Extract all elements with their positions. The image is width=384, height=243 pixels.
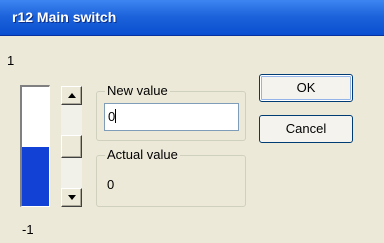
level-meter: [20, 85, 50, 207]
value-scrollbar[interactable]: [61, 86, 82, 207]
level-meter-fill: [22, 146, 49, 206]
new-value-text: 0: [108, 109, 116, 124]
actual-value-group: Actual value: [96, 147, 246, 207]
range-max-label: 1: [7, 53, 15, 68]
scroll-thumb[interactable]: [61, 135, 82, 158]
new-value-input[interactable]: 0: [104, 103, 239, 131]
arrow-up-icon: [68, 93, 76, 98]
arrow-down-icon: [68, 195, 76, 200]
scroll-up-button[interactable]: [61, 86, 82, 105]
text-caret: [115, 109, 117, 123]
ok-button[interactable]: OK: [259, 74, 353, 102]
actual-value-legend: Actual value: [105, 147, 180, 162]
cancel-button[interactable]: Cancel: [259, 115, 353, 143]
range-min-label: -1: [22, 222, 34, 237]
title-bar[interactable]: r12 Main switch: [0, 0, 384, 36]
actual-value-text: 0: [107, 177, 115, 192]
window-title: r12 Main switch: [12, 9, 117, 25]
scroll-down-button[interactable]: [61, 188, 82, 207]
new-value-legend: New value: [105, 83, 170, 98]
